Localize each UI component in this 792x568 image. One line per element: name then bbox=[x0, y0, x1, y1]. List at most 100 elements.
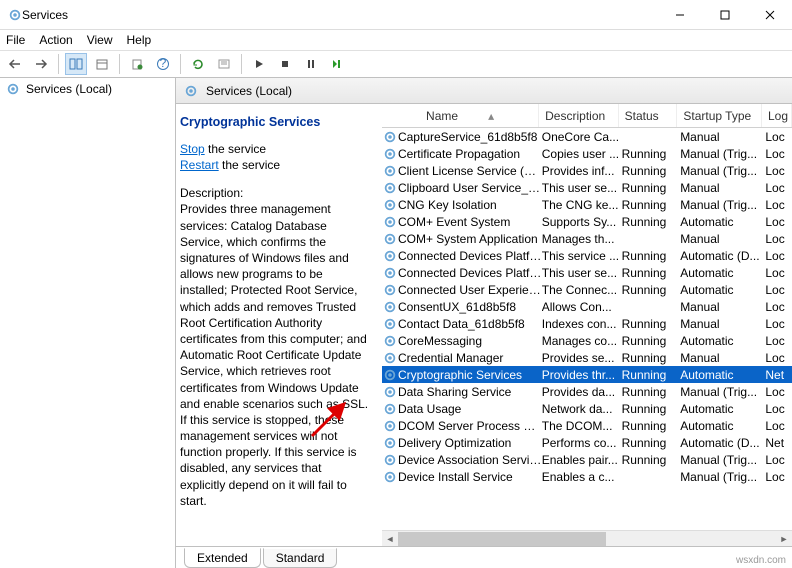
service-startup: Manual (Trig... bbox=[680, 453, 765, 467]
column-headers[interactable]: Name▴ Description Status Startup Type Lo… bbox=[382, 104, 792, 128]
service-row[interactable]: Certificate PropagationCopies user ...Ru… bbox=[382, 145, 792, 162]
title-bar: Services bbox=[0, 0, 792, 30]
col-startup[interactable]: Startup Type bbox=[677, 104, 762, 127]
service-desc: Manages th... bbox=[542, 232, 622, 246]
service-row[interactable]: Device Install ServiceEnables a c...Manu… bbox=[382, 468, 792, 485]
properties-button[interactable] bbox=[91, 53, 113, 75]
service-gear-icon bbox=[382, 402, 398, 416]
menu-help[interactable]: Help bbox=[127, 33, 152, 47]
service-gear-icon bbox=[382, 436, 398, 450]
services-local-icon bbox=[6, 82, 20, 96]
help-button[interactable]: ? bbox=[152, 53, 174, 75]
service-list[interactable]: Name▴ Description Status Startup Type Lo… bbox=[382, 104, 792, 546]
service-name: Device Install Service bbox=[398, 470, 542, 484]
service-logon: Loc bbox=[765, 249, 792, 263]
service-row[interactable]: Connected Devices Platfor...This service… bbox=[382, 247, 792, 264]
menu-action[interactable]: Action bbox=[39, 33, 72, 47]
restart-service-link[interactable]: Restart bbox=[180, 158, 219, 172]
service-logon: Loc bbox=[765, 419, 792, 433]
col-description[interactable]: Description bbox=[539, 104, 618, 127]
export-button[interactable] bbox=[126, 53, 148, 75]
service-name: DCOM Server Process Laun... bbox=[398, 419, 542, 433]
service-startup: Manual (Trig... bbox=[680, 470, 765, 484]
service-row[interactable]: CoreMessagingManages co...RunningAutomat… bbox=[382, 332, 792, 349]
back-button[interactable] bbox=[4, 53, 26, 75]
service-startup: Manual bbox=[680, 232, 765, 246]
service-logon: Loc bbox=[765, 351, 792, 365]
service-name: Contact Data_61d8b5f8 bbox=[398, 317, 542, 331]
tab-extended[interactable]: Extended bbox=[184, 548, 261, 568]
refresh-button[interactable] bbox=[187, 53, 209, 75]
menu-view[interactable]: View bbox=[87, 33, 113, 47]
service-startup: Automatic bbox=[680, 419, 765, 433]
col-name[interactable]: Name▴ bbox=[382, 104, 539, 127]
stop-service-link[interactable]: Stop bbox=[180, 142, 205, 156]
service-row[interactable]: COM+ Event SystemSupports Sy...RunningAu… bbox=[382, 213, 792, 230]
minimize-button[interactable] bbox=[657, 0, 702, 29]
service-row[interactable]: Device Association ServiceEnables pair..… bbox=[382, 451, 792, 468]
toolbar: ? bbox=[0, 50, 792, 78]
service-desc: Provides da... bbox=[542, 385, 622, 399]
service-logon: Loc bbox=[765, 198, 792, 212]
service-row[interactable]: ConsentUX_61d8b5f8Allows Con...ManualLoc bbox=[382, 298, 792, 315]
service-row[interactable]: Data Sharing ServiceProvides da...Runnin… bbox=[382, 383, 792, 400]
restart-service-button[interactable] bbox=[326, 53, 348, 75]
service-status: Running bbox=[622, 402, 681, 416]
scroll-thumb[interactable] bbox=[398, 532, 606, 546]
scroll-right-arrow[interactable]: ► bbox=[776, 531, 792, 546]
service-status: Running bbox=[622, 164, 681, 178]
maximize-button[interactable] bbox=[702, 0, 747, 29]
tab-standard[interactable]: Standard bbox=[263, 548, 338, 568]
service-row[interactable]: Cryptographic ServicesProvides thr...Run… bbox=[382, 366, 792, 383]
service-row[interactable]: Connected User Experience...The Connec..… bbox=[382, 281, 792, 298]
service-name: Cryptographic Services bbox=[398, 368, 542, 382]
service-row[interactable]: Client License Service (ClipS...Provides… bbox=[382, 162, 792, 179]
console-tree[interactable]: Services (Local) bbox=[0, 78, 176, 568]
filter-button[interactable] bbox=[213, 53, 235, 75]
close-button[interactable] bbox=[747, 0, 792, 29]
service-logon: Loc bbox=[765, 164, 792, 178]
scroll-left-arrow[interactable]: ◄ bbox=[382, 531, 398, 546]
horizontal-scrollbar[interactable]: ◄ ► bbox=[382, 530, 792, 546]
service-name: COM+ System Application bbox=[398, 232, 542, 246]
service-row[interactable]: CNG Key IsolationThe CNG ke...RunningMan… bbox=[382, 196, 792, 213]
service-status: Running bbox=[622, 334, 681, 348]
service-name: CoreMessaging bbox=[398, 334, 542, 348]
service-status: Running bbox=[622, 215, 681, 229]
service-row[interactable]: DCOM Server Process Laun...The DCOM...Ru… bbox=[382, 417, 792, 434]
service-status: Running bbox=[622, 351, 681, 365]
stop-service-button[interactable] bbox=[274, 53, 296, 75]
service-row[interactable]: CaptureService_61d8b5f8OneCore Ca...Manu… bbox=[382, 128, 792, 145]
service-row[interactable]: Credential ManagerProvides se...RunningM… bbox=[382, 349, 792, 366]
service-desc: Copies user ... bbox=[542, 147, 622, 161]
service-row[interactable]: COM+ System ApplicationManages th... Manu… bbox=[382, 230, 792, 247]
service-desc: This user se... bbox=[542, 266, 622, 280]
service-status: Running bbox=[622, 181, 681, 195]
service-startup: Manual bbox=[680, 351, 765, 365]
service-status: Running bbox=[622, 147, 681, 161]
header-gear-icon bbox=[184, 84, 198, 98]
forward-button[interactable] bbox=[30, 53, 52, 75]
service-desc: This user se... bbox=[542, 181, 622, 195]
service-row[interactable]: Delivery OptimizationPerforms co...Runni… bbox=[382, 434, 792, 451]
service-gear-icon bbox=[382, 198, 398, 212]
col-status[interactable]: Status bbox=[619, 104, 678, 127]
service-desc: Allows Con... bbox=[542, 300, 622, 314]
menu-file[interactable]: File bbox=[6, 33, 25, 47]
detail-panel: Cryptographic Services Stop the service … bbox=[176, 104, 382, 546]
tree-services-local[interactable]: Services (Local) bbox=[26, 82, 112, 96]
content-header-title: Services (Local) bbox=[206, 84, 292, 98]
service-row[interactable]: Contact Data_61d8b5f8Indexes con...Runni… bbox=[382, 315, 792, 332]
view-tabs: Extended Standard bbox=[176, 546, 792, 568]
service-desc: Enables pair... bbox=[542, 453, 622, 467]
start-service-button[interactable] bbox=[248, 53, 270, 75]
service-desc: This service ... bbox=[542, 249, 622, 263]
col-logon[interactable]: Log bbox=[762, 104, 792, 127]
service-logon: Loc bbox=[765, 385, 792, 399]
service-row[interactable]: Clipboard User Service_61d...This user s… bbox=[382, 179, 792, 196]
pause-service-button[interactable] bbox=[300, 53, 322, 75]
service-row[interactable]: Connected Devices Platfor...This user se… bbox=[382, 264, 792, 281]
show-hide-tree-button[interactable] bbox=[65, 53, 87, 75]
service-logon: Loc bbox=[765, 283, 792, 297]
service-row[interactable]: Data UsageNetwork da...RunningAutomaticL… bbox=[382, 400, 792, 417]
